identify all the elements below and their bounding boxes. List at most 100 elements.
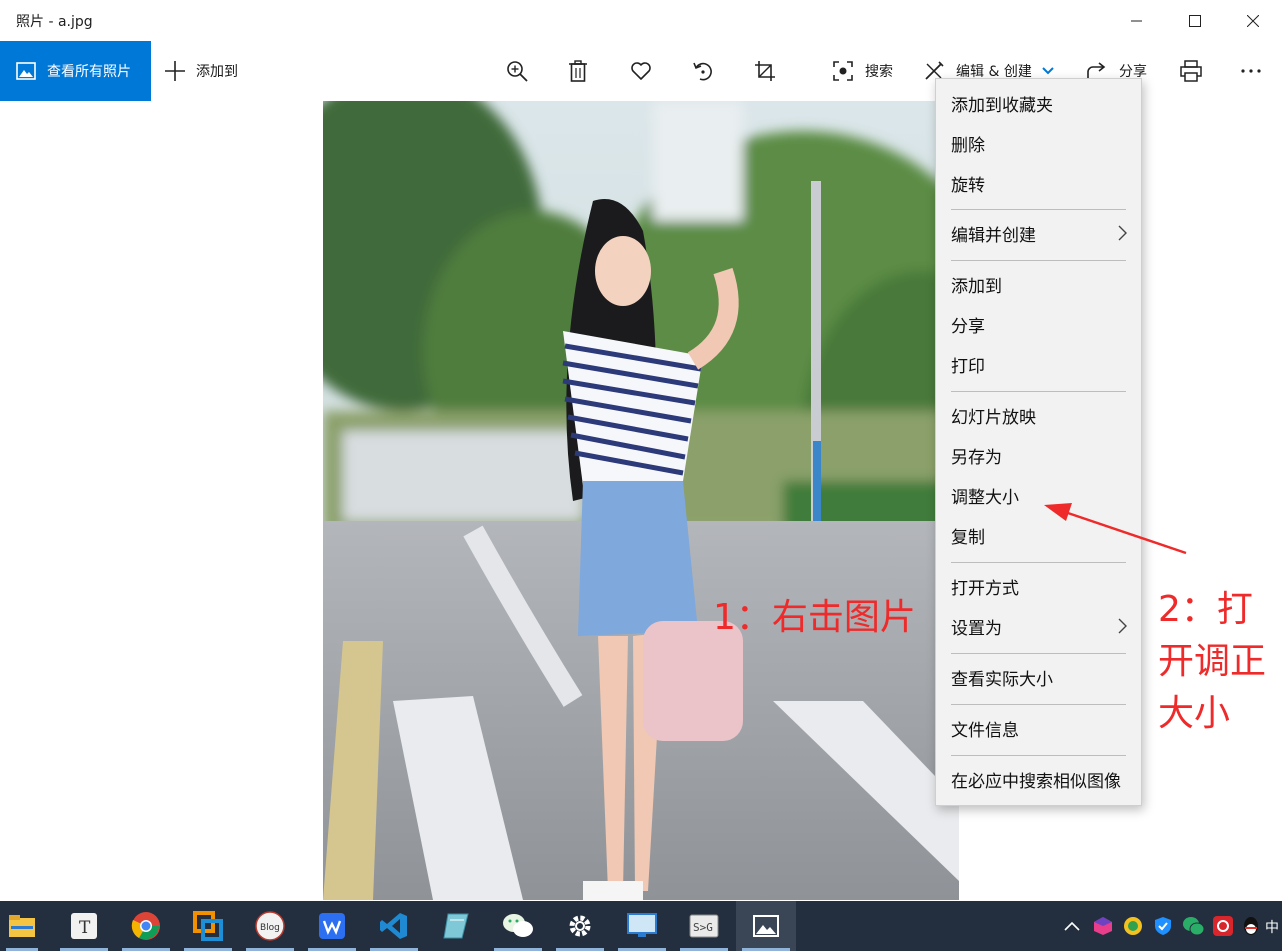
svg-text:S>G: S>G bbox=[693, 921, 713, 934]
menu-item-label: 另存为 bbox=[951, 447, 1002, 468]
zoom-button[interactable] bbox=[504, 58, 530, 84]
add-to-button[interactable]: 添加到 bbox=[164, 41, 238, 101]
menu-item-edit-and-create[interactable]: 编辑并创建 bbox=[936, 215, 1141, 251]
tray-input-icon[interactable]: 中 bbox=[1262, 901, 1282, 951]
menu-item-label: 删除 bbox=[951, 135, 985, 156]
delete-button[interactable] bbox=[565, 58, 591, 84]
menu-divider bbox=[951, 653, 1126, 654]
menu-item-share[interactable]: 分享 bbox=[936, 306, 1141, 342]
menu-item-rotate[interactable]: 旋转 bbox=[936, 165, 1141, 201]
menu-item-label: 打开方式 bbox=[951, 578, 1019, 599]
menu-item-label: 在必应中搜索相似图像 bbox=[951, 771, 1121, 792]
menu-item-view-actual-size[interactable]: 查看实际大小 bbox=[936, 659, 1141, 695]
tray-app-green-icon[interactable] bbox=[1118, 901, 1148, 951]
show-hidden-icons-chevron-icon[interactable] bbox=[1057, 901, 1087, 951]
minimize-icon bbox=[1130, 20, 1142, 21]
tray-wechat-icon[interactable] bbox=[1178, 901, 1208, 951]
menu-item-print[interactable]: 打印 bbox=[936, 346, 1141, 382]
add-to-label: 添加到 bbox=[196, 64, 238, 80]
print-button[interactable] bbox=[1178, 58, 1204, 84]
tray-security-shield-icon[interactable] bbox=[1148, 901, 1178, 951]
menu-item-label: 打印 bbox=[951, 356, 985, 377]
chevron-right-icon bbox=[1118, 618, 1127, 634]
menu-item-label: 编辑并创建 bbox=[951, 225, 1036, 246]
chrome-icon[interactable] bbox=[116, 901, 176, 951]
menu-item-slideshow[interactable]: 幻灯片放映 bbox=[936, 397, 1141, 433]
view-all-photos-button[interactable]: 查看所有照片 bbox=[0, 41, 151, 101]
search-button[interactable]: 搜索 bbox=[833, 41, 893, 101]
view-all-photos-label: 查看所有照片 bbox=[47, 64, 131, 80]
annotation-step-2: 2：打 开调正 大小 bbox=[1158, 584, 1278, 740]
photo-viewer-image[interactable] bbox=[323, 101, 959, 900]
menu-item-file-info[interactable]: 文件信息 bbox=[936, 710, 1141, 746]
menu-divider bbox=[951, 391, 1126, 392]
close-icon bbox=[1246, 14, 1259, 27]
wps-writer-icon[interactable] bbox=[302, 901, 362, 951]
menu-item-add-to-favorites[interactable]: 添加到收藏夹 bbox=[936, 85, 1141, 121]
rotate-icon bbox=[693, 62, 712, 81]
street-photo bbox=[323, 101, 959, 900]
menu-item-bing-visual-search[interactable]: 在必应中搜索相似图像 bbox=[936, 761, 1141, 797]
annotation-step-2-line1: 2：打 bbox=[1158, 589, 1253, 630]
notes-icon[interactable] bbox=[426, 901, 486, 951]
taskbar: T Blog S>G 中 bbox=[0, 901, 1282, 951]
visual-search-icon bbox=[833, 61, 853, 81]
menu-item-label: 调整大小 bbox=[951, 487, 1019, 508]
window-title: 照片 - a.jpg bbox=[16, 14, 93, 30]
favorite-button[interactable] bbox=[628, 58, 654, 84]
trash-icon bbox=[569, 60, 587, 82]
svg-text:中: 中 bbox=[1265, 920, 1279, 935]
menu-item-label: 设置为 bbox=[951, 618, 1002, 639]
printer-icon bbox=[1180, 60, 1202, 82]
file-explorer-icon[interactable] bbox=[0, 901, 44, 951]
title-bar: 照片 - a.jpg bbox=[0, 0, 1282, 41]
menu-item-save-as[interactable]: 另存为 bbox=[936, 437, 1141, 473]
chevron-down-icon bbox=[1042, 67, 1054, 75]
wechat-icon[interactable] bbox=[488, 901, 548, 951]
crop-icon bbox=[755, 61, 775, 81]
maximize-button[interactable] bbox=[1166, 0, 1223, 41]
menu-divider bbox=[951, 260, 1126, 261]
vscode-icon[interactable] bbox=[364, 901, 424, 951]
menu-divider bbox=[951, 704, 1126, 705]
minimize-button[interactable] bbox=[1108, 0, 1165, 41]
photos-icon[interactable] bbox=[736, 901, 796, 951]
menu-item-label: 旋转 bbox=[951, 175, 985, 196]
annotation-step-2-line2: 开调正 bbox=[1158, 641, 1267, 682]
menu-item-open-with[interactable]: 打开方式 bbox=[936, 568, 1141, 604]
svg-text:Blog: Blog bbox=[260, 923, 280, 933]
remote-desktop-icon[interactable] bbox=[612, 901, 672, 951]
menu-item-label: 复制 bbox=[951, 527, 985, 548]
sublime-icon[interactable]: S>G bbox=[674, 901, 734, 951]
maximize-icon bbox=[1188, 14, 1201, 27]
more-options-button[interactable] bbox=[1238, 58, 1264, 84]
settings-icon[interactable] bbox=[550, 901, 610, 951]
menu-item-copy[interactable]: 复制 bbox=[936, 517, 1141, 553]
menu-item-label: 幻灯片放映 bbox=[951, 407, 1036, 428]
zoom-in-icon bbox=[507, 61, 528, 82]
menu-item-label: 文件信息 bbox=[951, 720, 1019, 741]
menu-item-label: 添加到 bbox=[951, 276, 1002, 297]
tray-app-red-icon[interactable] bbox=[1208, 901, 1238, 951]
menu-item-set-as[interactable]: 设置为 bbox=[936, 608, 1141, 644]
menu-item-label: 添加到收藏夹 bbox=[951, 95, 1053, 116]
menu-item-delete[interactable]: 删除 bbox=[936, 125, 1141, 161]
menu-divider bbox=[951, 209, 1126, 210]
typora-icon[interactable]: T bbox=[54, 901, 114, 951]
csdn-blog-icon[interactable]: Blog bbox=[240, 901, 300, 951]
menu-divider bbox=[951, 755, 1126, 756]
heart-icon bbox=[631, 62, 651, 80]
menu-item-resize[interactable]: 调整大小 bbox=[936, 477, 1141, 513]
crop-button[interactable] bbox=[752, 58, 778, 84]
svg-text:T: T bbox=[79, 918, 91, 938]
search-label: 搜索 bbox=[865, 64, 893, 80]
close-button[interactable] bbox=[1224, 0, 1281, 41]
vmware-icon[interactable] bbox=[178, 901, 238, 951]
tray-app-cube-icon[interactable] bbox=[1088, 901, 1118, 951]
menu-item-add-to[interactable]: 添加到 bbox=[936, 266, 1141, 302]
menu-item-label: 分享 bbox=[951, 316, 985, 337]
plus-icon bbox=[165, 61, 185, 81]
menu-divider bbox=[951, 562, 1126, 563]
rotate-button[interactable] bbox=[690, 58, 716, 84]
picture-icon bbox=[16, 62, 36, 80]
